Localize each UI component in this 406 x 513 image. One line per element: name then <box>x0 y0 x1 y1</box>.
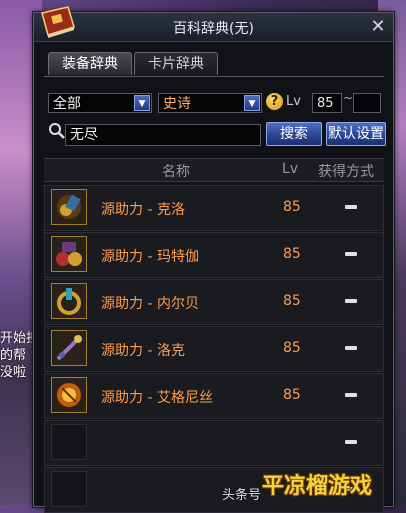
category-select[interactable]: 全部 ▼ <box>48 93 152 113</box>
help-icon[interactable]: ? <box>266 93 283 110</box>
column-header-source: 获得方式 <box>318 164 374 180</box>
dash-icon <box>345 205 357 209</box>
item-lv: 85 <box>283 246 301 262</box>
table-header: 名称 Lv 获得方式 <box>44 158 384 182</box>
item-lv: 85 <box>283 387 301 403</box>
item-name: 源助力 - 克洛 <box>101 202 185 218</box>
category-select-value: 全部 <box>53 96 81 112</box>
item-name: 源助力 - 洛克 <box>101 343 185 359</box>
lv-min-input[interactable]: 85 <box>312 93 342 113</box>
rarity-select-value: 史诗 <box>163 96 191 112</box>
dash-icon <box>345 440 357 444</box>
search-input[interactable]: 无尽 <box>65 124 261 146</box>
item-name: 源助力 - 内尔贝 <box>101 296 199 312</box>
encyclopedia-dialog: 百科辞典(无) ✕ 装备辞典 卡片辞典 全部 ▼ 史诗 ▼ ? Lv 85 ~ … <box>33 6 394 513</box>
equipment-icon[interactable] <box>51 236 87 272</box>
empty-slot <box>51 471 87 507</box>
titlebar: 百科辞典(无) ✕ <box>34 6 393 42</box>
reset-button[interactable]: 默认设置 <box>326 122 386 146</box>
column-header-lv: Lv <box>282 161 299 177</box>
table-row[interactable]: 源助力 - 玛特伽 85 <box>44 232 384 278</box>
tab-divider <box>44 76 384 77</box>
close-button[interactable]: ✕ <box>369 18 387 36</box>
tab-equipment-dictionary[interactable]: 装备辞典 <box>48 52 132 75</box>
table-row[interactable]: 源助力 - 克洛 85 <box>44 185 384 231</box>
lv-separator: ~ <box>343 91 354 105</box>
empty-slot <box>51 424 87 460</box>
search-icon <box>49 123 65 139</box>
table-row[interactable] <box>44 420 384 466</box>
chevron-down-icon[interactable]: ▼ <box>134 95 150 111</box>
item-name: 源助力 - 玛特伽 <box>101 249 199 265</box>
lv-label: Lv <box>286 94 301 109</box>
rarity-select[interactable]: 史诗 ▼ <box>158 93 262 113</box>
search-button[interactable]: 搜索 <box>266 122 322 146</box>
table-row[interactable]: 源助力 - 艾格尼丝 85 <box>44 373 384 419</box>
window-title: 百科辞典(无) <box>173 21 254 37</box>
column-header-name: 名称 <box>162 164 190 180</box>
equipment-icon[interactable] <box>51 330 87 366</box>
item-lv: 85 <box>283 340 301 356</box>
equipment-icon[interactable] <box>51 189 87 225</box>
dash-icon <box>345 346 357 350</box>
item-lv: 85 <box>283 199 301 215</box>
chevron-down-icon[interactable]: ▼ <box>244 95 260 111</box>
tab-card-dictionary[interactable]: 卡片辞典 <box>134 52 218 75</box>
item-name: 源助力 - 艾格尼丝 <box>101 390 213 406</box>
watermark-source: 头条号 <box>222 488 262 503</box>
dash-icon <box>345 393 357 397</box>
item-lv: 85 <box>283 293 301 309</box>
equipment-icon[interactable] <box>51 283 87 319</box>
table-row[interactable]: 源助力 - 洛克 85 <box>44 326 384 372</box>
table-row[interactable]: 源助力 - 内尔贝 85 <box>44 279 384 325</box>
equipment-icon[interactable] <box>51 377 87 413</box>
dash-icon <box>345 299 357 303</box>
dash-icon <box>345 252 357 256</box>
lv-max-input[interactable] <box>353 93 381 113</box>
watermark-brand: 平凉榴游戏 <box>262 474 373 499</box>
